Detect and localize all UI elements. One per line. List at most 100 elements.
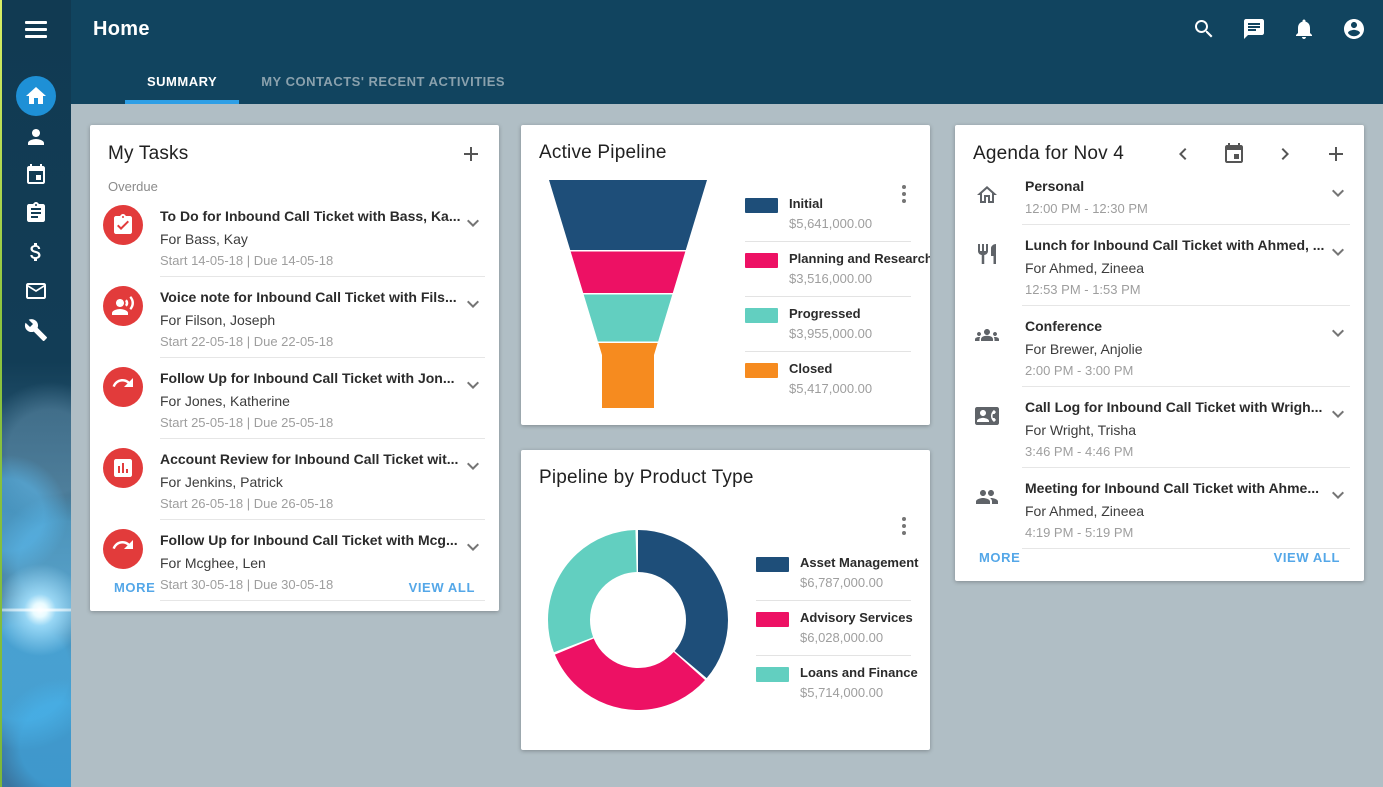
search-icon[interactable]	[1192, 17, 1216, 41]
expand-chevron-icon[interactable]	[461, 373, 485, 397]
page-title: Home	[93, 18, 150, 41]
sidebar-item-settings[interactable]	[16, 310, 56, 350]
sidebar	[0, 0, 71, 787]
legend-swatch	[756, 667, 789, 682]
sidebar-item-contacts[interactable]	[16, 117, 56, 157]
expand-chevron-icon[interactable]	[1326, 321, 1350, 345]
task-for: For Filson, Joseph	[160, 312, 461, 328]
legend-label: Initial	[789, 196, 872, 211]
overdue-label: Overdue	[90, 166, 499, 196]
sidebar-item-home[interactable]	[16, 76, 56, 116]
expand-chevron-icon[interactable]	[461, 211, 485, 235]
legend-item: Loans and Finance $5,714,000.00	[756, 656, 911, 710]
clipboard-icon	[24, 201, 48, 225]
legend-item: Planning and Research $3,516,000.00	[745, 242, 911, 297]
tab-bar: SUMMARY MY CONTACTS' RECENT ACTIVITIES	[71, 58, 1383, 104]
legend-label: Asset Management	[800, 555, 918, 570]
donut-slice-asset-management	[569, 551, 707, 689]
hamburger-menu-icon[interactable]	[16, 9, 56, 49]
funnel-segment-progressed	[541, 295, 716, 342]
view-all-button[interactable]: VIEW ALL	[409, 580, 475, 595]
legend-swatch	[745, 253, 778, 268]
donut-slice-advisory-services	[541, 523, 736, 718]
expand-chevron-icon[interactable]	[1326, 181, 1350, 205]
legend-swatch	[745, 198, 778, 213]
account-review-icon	[103, 448, 143, 488]
event-title: Conference	[1025, 318, 1326, 334]
tasks-card-title: My Tasks	[108, 143, 188, 165]
legend-label: Progressed	[789, 306, 872, 321]
sidebar-item-deals[interactable]	[16, 232, 56, 272]
expand-chevron-icon[interactable]	[1326, 402, 1350, 426]
sidebar-item-tasks[interactable]	[16, 193, 56, 233]
more-button[interactable]: MORE	[979, 550, 1020, 565]
my-tasks-card: My Tasks Overdue To Do for Inbound Call …	[90, 125, 499, 611]
expand-chevron-icon[interactable]	[461, 535, 485, 559]
agenda-row[interactable]: Lunch for Inbound Call Ticket with Ahmed…	[955, 225, 1364, 306]
voice-note-icon	[103, 286, 143, 326]
notifications-bell-icon[interactable]	[1292, 17, 1316, 41]
task-dates: Start 14-05-18 | Due 14-05-18	[160, 253, 461, 268]
chat-icon[interactable]	[1242, 17, 1266, 41]
expand-chevron-icon[interactable]	[461, 454, 485, 478]
agenda-row[interactable]: Call Log for Inbound Call Ticket with Wr…	[955, 387, 1364, 468]
funnel-segment-planning	[541, 252, 716, 294]
account-icon[interactable]	[1342, 17, 1366, 41]
legend-swatch	[756, 612, 789, 627]
task-title: Follow Up for Inbound Call Ticket with M…	[160, 532, 461, 548]
wrench-icon	[24, 318, 48, 342]
task-row[interactable]: To Do for Inbound Call Ticket with Bass,…	[90, 196, 499, 277]
legend-value: $5,417,000.00	[789, 381, 872, 396]
legend-item: Initial $5,641,000.00	[745, 187, 911, 242]
expand-chevron-icon[interactable]	[1326, 240, 1350, 264]
agenda-row[interactable]: Personal 12:00 PM - 12:30 PM	[955, 166, 1364, 225]
event-for: For Brewer, Anjolie	[1025, 341, 1326, 357]
legend-item: Advisory Services $6,028,000.00	[756, 601, 911, 656]
legend-value: $5,714,000.00	[800, 685, 918, 700]
dashboard: Home SUMMARY MY CONTACTS' RECENT ACTIVIT…	[0, 0, 1383, 787]
add-task-button[interactable]	[459, 142, 483, 166]
legend-swatch	[745, 363, 778, 378]
tab-recent-activities[interactable]: MY CONTACTS' RECENT ACTIVITIES	[239, 58, 527, 104]
next-day-button[interactable]	[1273, 142, 1297, 166]
task-row[interactable]: Account Review for Inbound Call Ticket w…	[90, 439, 499, 520]
follow-up-icon	[103, 529, 143, 569]
task-row[interactable]: Follow Up for Inbound Call Ticket with J…	[90, 358, 499, 439]
event-title: Personal	[1025, 178, 1326, 194]
event-title: Call Log for Inbound Call Ticket with Wr…	[1025, 399, 1326, 415]
calendar-picker-button[interactable]	[1222, 142, 1246, 166]
legend-swatch	[745, 308, 778, 323]
legend-value: $5,641,000.00	[789, 216, 872, 231]
event-time: 3:46 PM - 4:46 PM	[1025, 444, 1326, 459]
funnel-segment-closed	[541, 343, 716, 408]
dollar-icon	[24, 240, 48, 264]
pipeline-card-title: Active Pipeline	[539, 142, 667, 164]
expand-chevron-icon[interactable]	[1326, 483, 1350, 507]
legend-label: Closed	[789, 361, 872, 376]
task-row[interactable]: Voice note for Inbound Call Ticket with …	[90, 277, 499, 358]
sidebar-item-mail[interactable]	[16, 271, 56, 311]
product-legend: Asset Management $6,787,000.00 Advisory …	[756, 546, 911, 710]
task-dates: Start 25-05-18 | Due 25-05-18	[160, 415, 461, 430]
add-event-button[interactable]	[1324, 142, 1348, 166]
agenda-row[interactable]: Conference For Brewer, Anjolie 2:00 PM -…	[955, 306, 1364, 387]
task-title: To Do for Inbound Call Ticket with Bass,…	[160, 208, 461, 224]
event-time: 2:00 PM - 3:00 PM	[1025, 363, 1326, 378]
legend-label: Advisory Services	[800, 610, 913, 625]
agenda-card: Agenda for Nov 4	[955, 125, 1364, 581]
more-button[interactable]: MORE	[114, 580, 155, 595]
sidebar-item-calendar[interactable]	[16, 155, 56, 195]
home-icon	[24, 84, 48, 108]
plus-icon	[459, 142, 483, 166]
view-all-button[interactable]: VIEW ALL	[1274, 550, 1340, 565]
contact-phone-icon	[975, 404, 999, 428]
legend-value: $6,787,000.00	[800, 575, 918, 590]
tab-summary[interactable]: SUMMARY	[125, 58, 239, 104]
product-options-menu-icon[interactable]	[896, 517, 912, 535]
task-dates: Start 26-05-18 | Due 26-05-18	[160, 496, 461, 511]
legend-item: Closed $5,417,000.00	[745, 352, 911, 406]
task-for: For Jenkins, Patrick	[160, 474, 461, 490]
restaurant-icon	[975, 242, 999, 266]
expand-chevron-icon[interactable]	[461, 292, 485, 316]
previous-day-button[interactable]	[1171, 142, 1195, 166]
